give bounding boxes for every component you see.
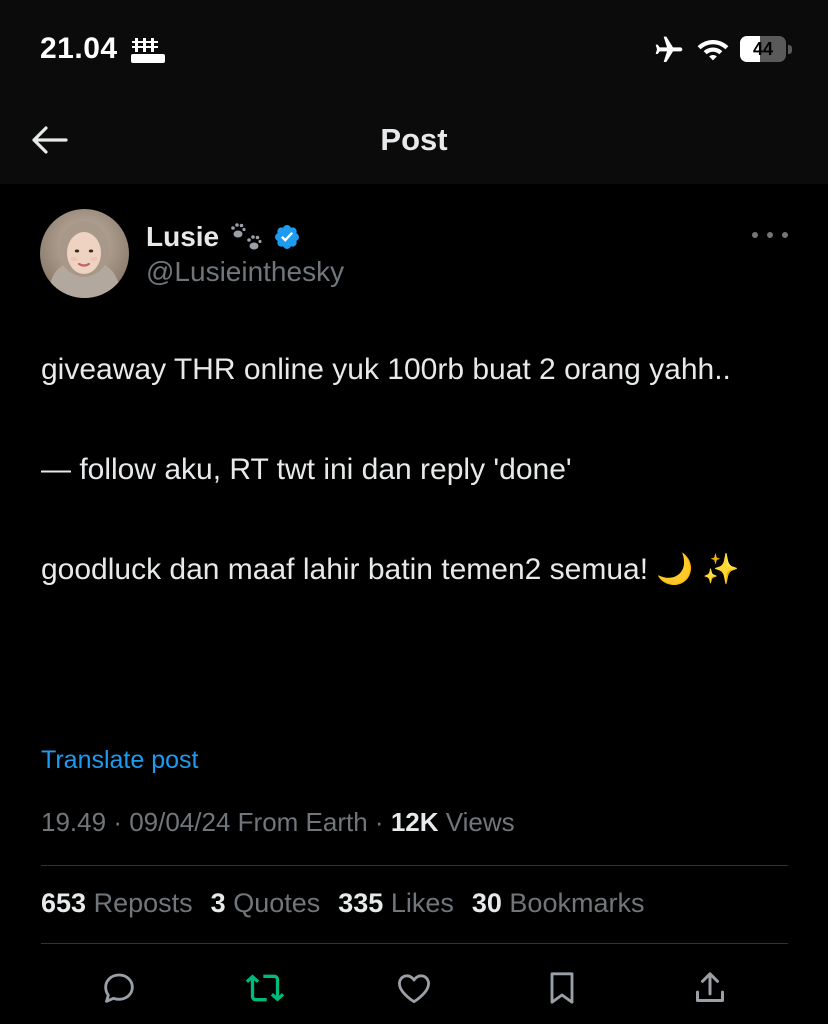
page-title: Post xyxy=(380,122,448,157)
divider xyxy=(41,943,788,944)
post-date[interactable]: 09/04/24 xyxy=(129,807,230,837)
share-button[interactable] xyxy=(688,966,732,1010)
battery-indicator: 44 xyxy=(740,36,792,64)
author-name-row[interactable]: Lusie xyxy=(146,217,301,257)
bookmark-button[interactable] xyxy=(540,966,584,1010)
reposts-stat[interactable]: 653 Reposts xyxy=(41,888,193,919)
quotes-label: Quotes xyxy=(233,888,321,918)
post-line: goodluck dan maaf lahir batin temen2 sem… xyxy=(41,553,740,586)
post-line: giveaway THR online yuk 100rb buat 2 ora… xyxy=(41,353,731,386)
bookmark-icon xyxy=(550,972,574,1004)
author-display-name[interactable]: Lusie xyxy=(146,221,219,253)
translate-post-link[interactable]: Translate post xyxy=(41,746,198,775)
post-line: — follow aku, RT twt ini dan reply 'done… xyxy=(41,453,572,486)
more-dot-icon xyxy=(767,232,773,238)
battery-percent: 44 xyxy=(752,39,774,59)
reposts-count: 653 xyxy=(41,888,87,918)
post-time[interactable]: 19.49 xyxy=(41,807,106,837)
repost-button[interactable] xyxy=(243,966,287,1010)
author-handle[interactable]: @Lusieinthesky xyxy=(146,256,344,288)
share-icon xyxy=(696,972,724,1002)
status-time: 21.04 xyxy=(40,32,118,65)
carrier-indicator-icon xyxy=(131,38,165,63)
more-options-button[interactable] xyxy=(752,222,788,248)
post-source: From Earth xyxy=(237,807,368,837)
repost-icon xyxy=(245,974,285,1002)
status-bar: 21.04 44 xyxy=(0,0,828,100)
reply-button[interactable] xyxy=(97,966,141,1010)
paw-prints-icon xyxy=(231,223,262,250)
post-body: giveaway THR online yuk 100rb buat 2 ora… xyxy=(41,345,801,595)
verified-badge-icon xyxy=(275,225,300,249)
divider xyxy=(41,865,788,866)
quotes-count: 3 xyxy=(210,888,226,918)
airplane-mode-icon xyxy=(655,36,683,62)
likes-label: Likes xyxy=(390,888,454,918)
likes-count: 335 xyxy=(338,888,384,918)
bookmarks-count: 30 xyxy=(471,888,502,918)
reposts-label: Reposts xyxy=(93,888,193,918)
top-nav-bar: Post xyxy=(0,100,828,184)
avatar[interactable] xyxy=(40,209,129,298)
quotes-stat[interactable]: 3 Quotes xyxy=(211,888,321,919)
bookmarks-stat[interactable]: 30 Bookmarks xyxy=(472,888,645,919)
reply-icon xyxy=(104,973,134,1003)
engagement-stats: 653 Reposts 3 Quotes 335 Likes 30 Bookma… xyxy=(41,888,662,919)
views-count: 12K xyxy=(390,807,439,837)
more-dot-icon xyxy=(752,232,758,238)
more-dot-icon xyxy=(782,232,788,238)
wifi-icon xyxy=(697,40,729,61)
post-metadata: 19.49 · 09/04/24 From Earth · 12K Views xyxy=(41,807,515,837)
views-label: Views xyxy=(445,807,515,837)
bookmarks-label: Bookmarks xyxy=(509,888,645,918)
likes-stat[interactable]: 335 Likes xyxy=(338,888,454,919)
like-button[interactable] xyxy=(392,966,436,1010)
heart-icon xyxy=(398,974,430,1004)
post-action-bar xyxy=(0,966,828,1010)
